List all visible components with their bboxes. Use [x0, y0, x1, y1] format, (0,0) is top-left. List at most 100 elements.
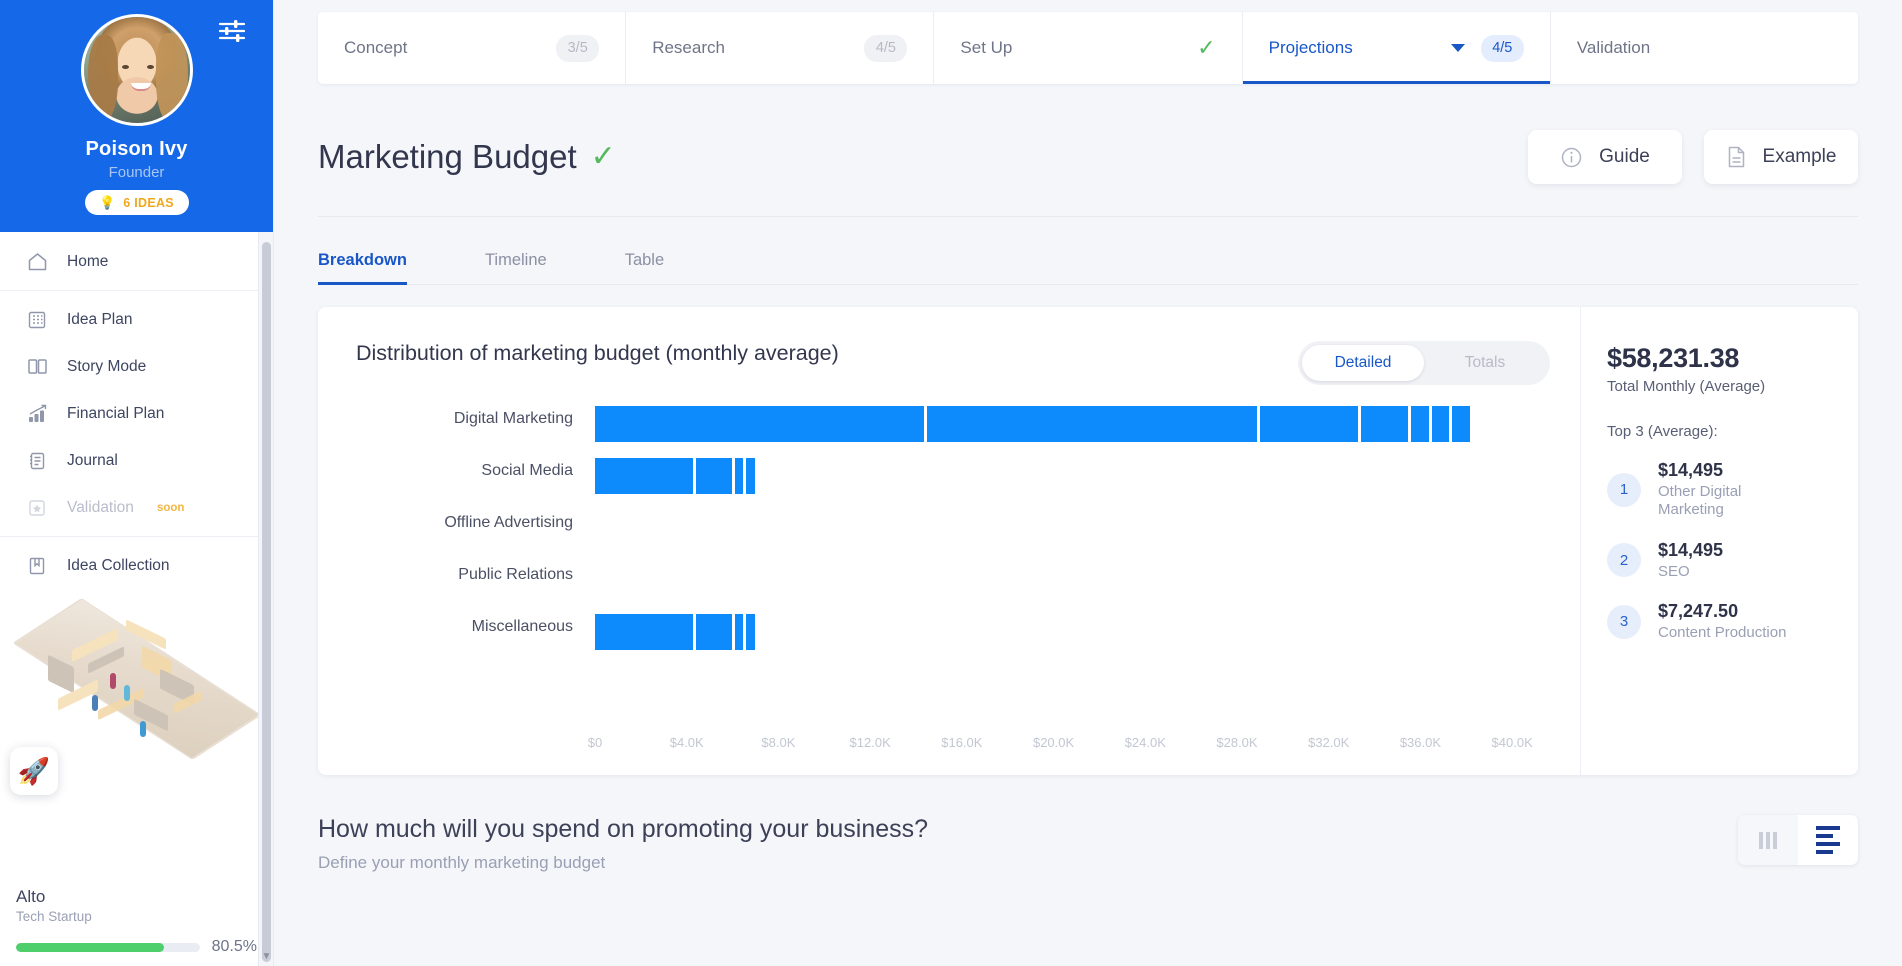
toggle-detailed[interactable]: Detailed [1302, 345, 1424, 381]
stage-stepper: Concept 3/5 Research 4/5 Set Up ✓ Projec… [274, 12, 1902, 84]
tab-breakdown[interactable]: Breakdown [318, 251, 407, 285]
rows-view-icon[interactable] [1798, 815, 1858, 865]
bar-segment[interactable] [595, 406, 925, 442]
sidebar-scrollbar-thumb[interactable] [262, 242, 271, 962]
bar-track[interactable] [595, 601, 1558, 653]
question-subtitle: Define your monthly marketing budget [318, 853, 606, 872]
step-research[interactable]: Research 4/5 [626, 12, 935, 84]
grid-icon [26, 309, 48, 331]
top-item: 2 $14,495 SEO [1607, 540, 1832, 581]
toggle-totals[interactable]: Totals [1424, 345, 1546, 381]
sidebar-item-home[interactable]: Home [0, 238, 273, 285]
venture-logo[interactable]: 🚀 [10, 747, 58, 795]
bar-segment[interactable] [695, 458, 732, 494]
sidebar-item-journal[interactable]: Journal [0, 437, 273, 484]
step-label: Research [652, 38, 725, 57]
sliders-icon[interactable] [217, 18, 247, 44]
rocket-icon: 🚀 [17, 756, 51, 786]
sidebar-item-validation[interactable]: Validation soon [0, 484, 273, 531]
step-concept[interactable]: Concept 3/5 [318, 12, 627, 84]
scroll-down-icon[interactable]: ▼ [259, 951, 274, 962]
question-section: How much will you spend on promoting you… [318, 815, 1858, 873]
step-label: Validation [1576, 38, 1651, 57]
sidebar-item-idea-plan[interactable]: Idea Plan [0, 296, 273, 343]
sidebar-item-idea-collection[interactable]: Idea Collection [0, 542, 273, 589]
book-icon [26, 356, 48, 378]
check-icon: ✓ [1197, 35, 1216, 60]
sidebar-item-financial-plan[interactable]: Financial Plan [0, 390, 273, 437]
axis-tick: $20.0K [1032, 735, 1075, 750]
bar-segment[interactable] [1452, 406, 1470, 442]
sidebar: Poison Ivy Founder 💡 6 IDEAS Home Idea P… [0, 0, 274, 966]
tab-timeline[interactable]: Timeline [485, 251, 547, 284]
bar-segment[interactable] [695, 614, 732, 650]
top-item-value: $7,247.50 [1658, 600, 1739, 621]
header-actions: Guide Example [1528, 130, 1858, 184]
bar-segment[interactable] [1259, 406, 1358, 442]
bar-segment[interactable] [927, 406, 1257, 442]
tab-table[interactable]: Table [625, 251, 664, 284]
bar-segment[interactable] [746, 458, 755, 494]
sidebar-item-label: Idea Collection [67, 556, 170, 574]
bar-segment[interactable] [1431, 406, 1450, 442]
columns-view-icon[interactable] [1738, 815, 1798, 865]
step-count: 3/5 [556, 34, 600, 62]
bar-segment[interactable] [1360, 406, 1409, 442]
profile-name: Poison Ivy [85, 138, 188, 160]
chart-area: Distribution of marketing budget (monthl… [318, 307, 1580, 775]
bar-track[interactable] [595, 445, 1558, 497]
venture-footer: Alto Tech Startup 80.5% [0, 887, 273, 966]
info-icon [1560, 146, 1583, 169]
step-validation[interactable]: Validation [1551, 12, 1858, 84]
check-icon: ✓ [590, 140, 616, 173]
guide-button[interactable]: Guide [1528, 130, 1682, 184]
progress-track [16, 942, 200, 952]
axis-tick: $28.0K [1216, 735, 1258, 750]
chart-header: Distribution of marketing budget (monthl… [356, 341, 1580, 385]
notebook-icon [26, 450, 48, 472]
axis-tick: $8.0K [761, 735, 796, 750]
bar-segment[interactable] [746, 614, 755, 650]
chevron-down-icon[interactable] [1450, 44, 1465, 52]
category-label: Miscellaneous [471, 618, 573, 635]
venture-name: Alto [16, 887, 46, 906]
example-label: Example [1762, 146, 1837, 167]
sidebar-scrollbar[interactable]: ▼ [258, 232, 273, 966]
top-item-name: SEO [1658, 562, 1690, 580]
progress-fill [16, 942, 164, 952]
axis-tick: $32.0K [1308, 735, 1350, 750]
ideas-badge-label: 6 IDEAS [123, 195, 174, 210]
page-header: Marketing Budget ✓ Guide Example [318, 130, 1858, 217]
ideas-badge[interactable]: 💡 6 IDEAS [84, 190, 189, 215]
top-list-label: Top 3 (Average): [1607, 423, 1718, 440]
sidebar-divider-2 [0, 536, 273, 537]
bar-segment[interactable] [1411, 406, 1429, 442]
bar-track[interactable] [595, 549, 1558, 601]
guide-label: Guide [1599, 146, 1650, 167]
step-set-up[interactable]: Set Up ✓ [934, 12, 1243, 84]
chart-row: Social Media [318, 445, 1558, 497]
bar-track[interactable] [595, 497, 1558, 549]
sidebar-divider-1 [0, 290, 273, 291]
category-label: Digital Marketing [453, 410, 573, 427]
aggregation-toggle: Detailed Totals [1298, 341, 1550, 385]
bar-segment[interactable] [734, 458, 744, 494]
step-projections[interactable]: Projections 4/5 [1242, 12, 1551, 84]
rank-badge: 1 [1607, 472, 1641, 507]
step-count: 4/5 [864, 34, 908, 62]
sidebar-item-label: Journal [67, 451, 118, 469]
step-label: Concept [344, 38, 408, 57]
axis-tick: $24.0K [1124, 735, 1166, 750]
bar-track[interactable] [595, 393, 1558, 445]
bar-segment[interactable] [595, 614, 693, 650]
document-icon [1726, 145, 1747, 169]
top-item-name: Other Digital Marketing [1658, 483, 1742, 519]
example-button[interactable]: Example [1704, 130, 1858, 184]
avatar[interactable] [80, 14, 193, 126]
bar-segment[interactable] [595, 458, 693, 494]
sidebar-item-story-mode[interactable]: Story Mode [0, 343, 273, 390]
chart-row: Offline Advertising [318, 497, 1558, 549]
sidebar-item-label: Idea Plan [67, 310, 133, 328]
chart-row: Miscellaneous [318, 601, 1558, 653]
bar-segment[interactable] [734, 614, 744, 650]
